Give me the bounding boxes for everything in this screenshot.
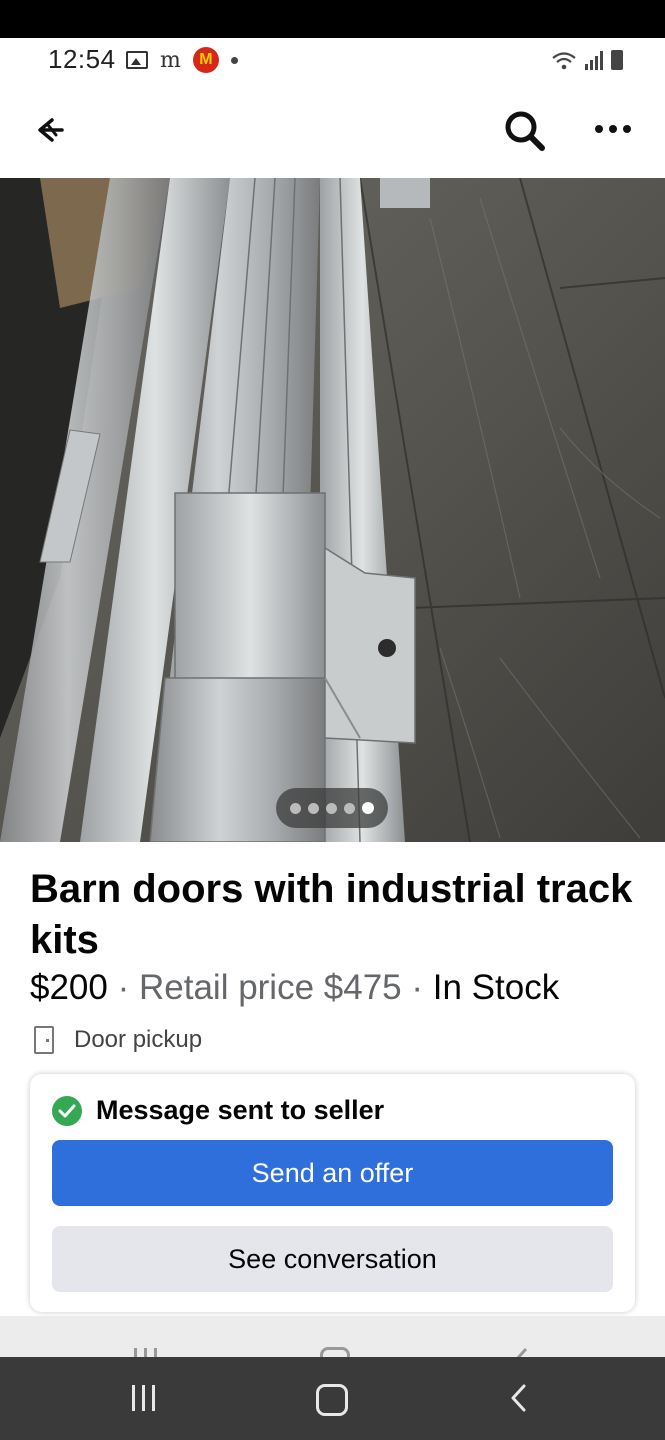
back-button[interactable] [30,112,70,148]
check-circle-icon [52,1096,82,1126]
send-offer-button[interactable]: Send an offer [52,1140,613,1206]
listing-title: Barn doors with industrial track kits [30,867,633,962]
carousel-indicator[interactable] [276,788,388,828]
pickup-row: Door pickup [34,1026,202,1054]
status-time: 12:54 [48,44,116,74]
top-black-strip [0,0,665,38]
carousel-dot-active[interactable] [362,802,374,814]
battery-icon [611,50,623,70]
separator: · [401,968,433,1007]
carousel-dot[interactable] [290,802,301,814]
price-row: $200 · Retail price $475 · In Stock [30,968,559,1008]
retail-price: Retail price $475 [138,968,402,1007]
status-icons-left: m M [126,47,238,73]
search-button[interactable] [500,106,550,156]
more-button[interactable] [588,114,638,144]
image-icon [126,51,148,69]
m-icon: m [160,47,181,73]
stock-status: In Stock [432,968,560,1007]
see-conversation-button[interactable]: See conversation [52,1226,613,1292]
carousel-dot[interactable] [308,802,319,814]
photo-illustration [0,178,665,842]
separator: · [107,968,139,1007]
search-icon [505,111,545,151]
home-icon[interactable] [316,1384,348,1416]
door-icon [34,1026,54,1054]
recent-apps-icon[interactable] [132,1385,155,1411]
nav-back-icon[interactable] [504,1383,534,1413]
signal-icon [585,50,603,70]
more-icon [595,125,603,133]
dot-icon [230,56,238,64]
listing-price: $200 [30,968,108,1007]
mcdonalds-icon: M [192,47,219,73]
back-arrow-icon [38,118,64,142]
carousel-dot[interactable] [344,802,355,814]
product-photo[interactable] [0,178,665,842]
pickup-label: Door pickup [74,1026,203,1053]
wifi-icon [552,52,576,70]
system-nav-bar [0,1357,665,1440]
status-icons-right [551,48,623,70]
carousel-dot[interactable] [326,802,337,814]
message-sent-status: Message sent to seller [96,1095,385,1125]
